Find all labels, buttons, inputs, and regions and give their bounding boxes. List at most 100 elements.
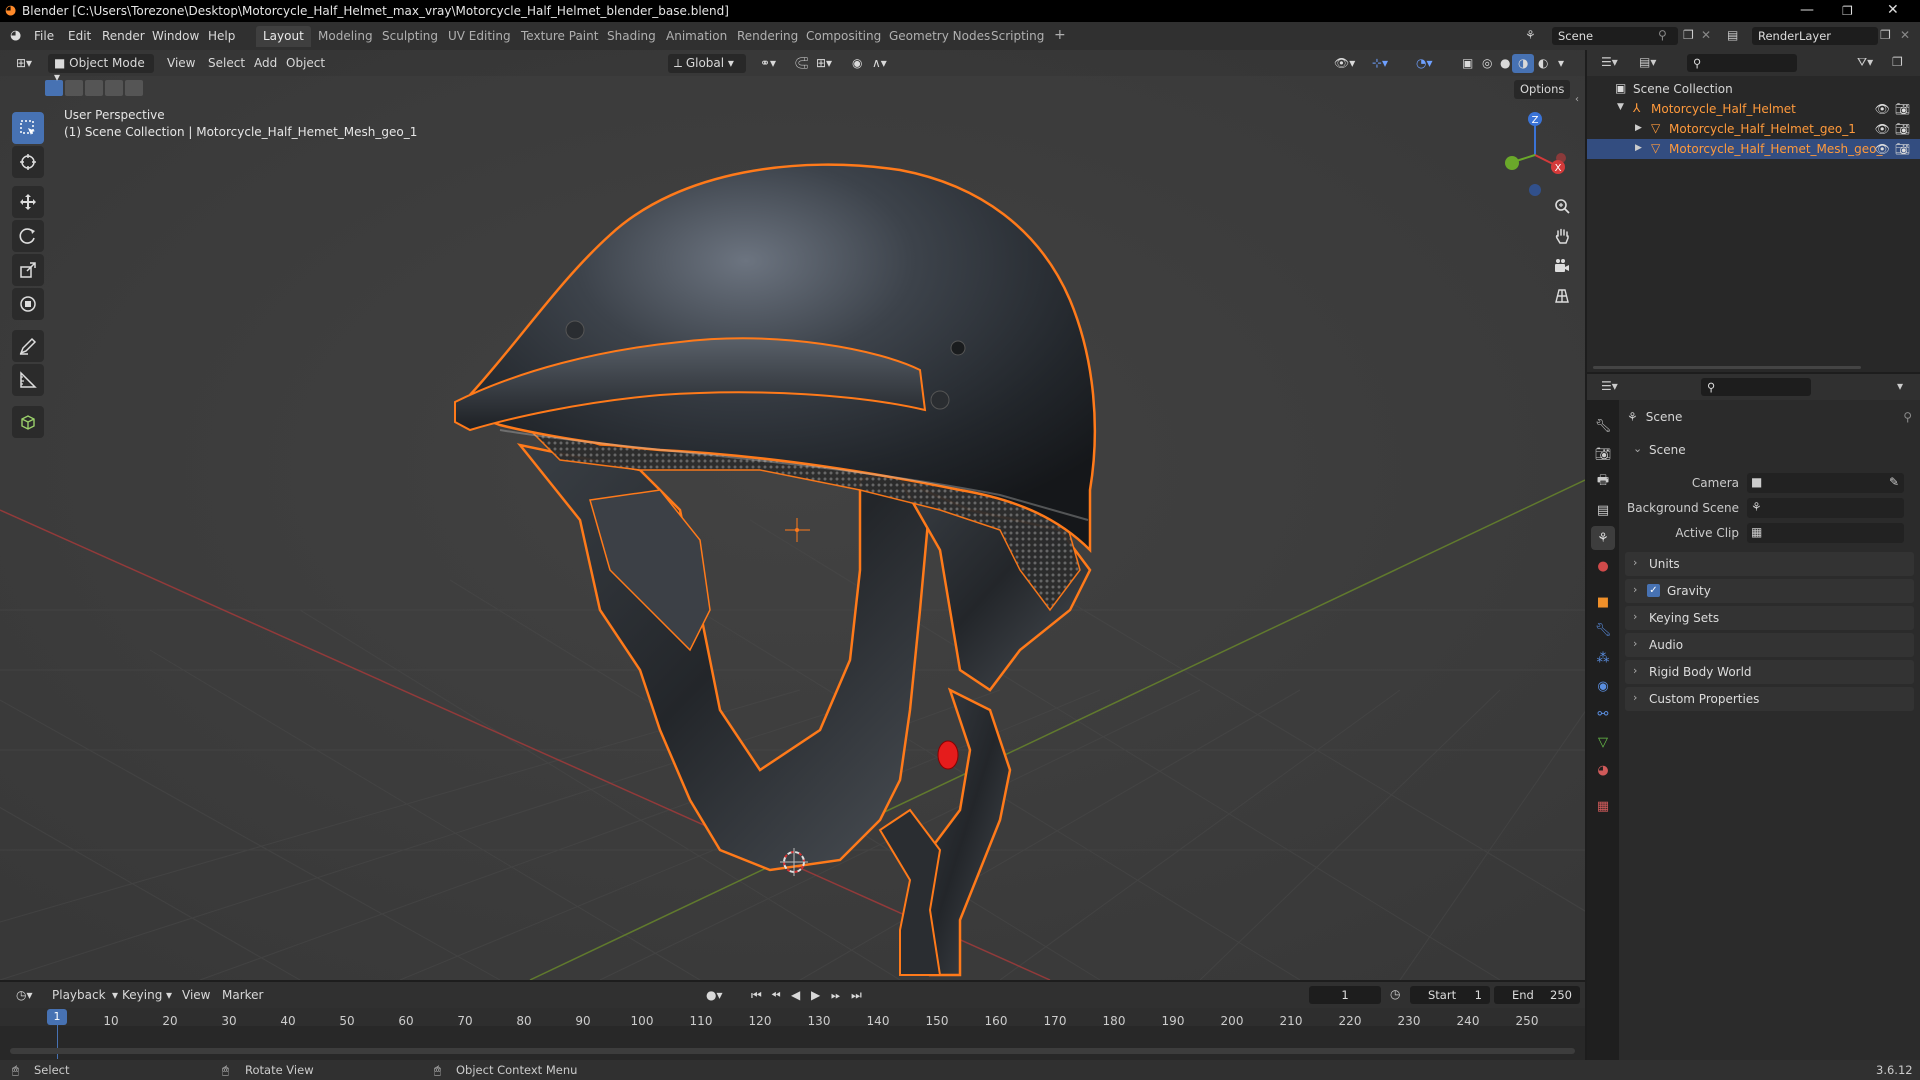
auto-keying-icon[interactable]: ●▾ [700, 986, 729, 1005]
constraints-tab-icon[interactable]: ⚯ [1591, 702, 1615, 726]
jump-keyframe-back-icon[interactable]: ⏪︎ [765, 986, 787, 1005]
play-reverse-icon[interactable]: ◀ [785, 986, 806, 1005]
menu-help[interactable]: Help [208, 29, 235, 43]
tab-modeling[interactable]: Modeling [311, 26, 380, 47]
cursor-tool[interactable] [12, 146, 44, 178]
background-scene-field[interactable]: ⚘ [1747, 498, 1904, 518]
outliner-editor-type-icon[interactable]: ☰▾ [1601, 55, 1618, 69]
editor-type-icon[interactable]: ⊞▾ [10, 54, 38, 73]
pan-view-button[interactable] [1548, 222, 1576, 250]
menu-select[interactable]: Select [202, 54, 251, 73]
3d-viewport[interactable]: User Perspective (1) Scene Collection | … [0, 50, 1585, 980]
menu-object[interactable]: Object [280, 54, 331, 73]
object-tab-icon[interactable]: ■ [1591, 590, 1615, 614]
scale-tool[interactable] [12, 254, 44, 286]
preview-range-icon[interactable]: ◷ [1390, 987, 1400, 1001]
add-cube-tool[interactable] [12, 406, 44, 438]
texture-tab-icon[interactable]: ▦ [1591, 794, 1615, 818]
pin-icon[interactable]: ⚲ [1658, 28, 1667, 42]
output-tab-icon[interactable]: 🖶︎ [1591, 470, 1615, 494]
minimize-button[interactable]: — [1800, 2, 1814, 18]
view-layer-icon[interactable]: ▤ [1727, 28, 1738, 42]
menu-view[interactable]: View [161, 54, 201, 73]
tab-sculpting[interactable]: Sculpting [375, 26, 445, 47]
render-camera-icon[interactable]: 📷︎ [1895, 122, 1910, 136]
move-tool[interactable] [12, 186, 44, 218]
measure-tool[interactable] [12, 364, 44, 396]
menu-marker[interactable]: Marker [216, 986, 269, 1005]
select-box-tool[interactable] [12, 112, 44, 144]
sidebar-toggle-icon[interactable]: ‹ [1575, 94, 1579, 105]
tab-compositing[interactable]: Compositing [799, 26, 888, 47]
transform-tool[interactable] [12, 288, 44, 320]
outliner-scrollbar[interactable] [1593, 366, 1861, 369]
rotate-tool[interactable] [12, 220, 44, 252]
select-extend-icon[interactable] [65, 80, 83, 96]
menu-edit[interactable]: Edit [68, 29, 91, 43]
overlay-toggle-icon[interactable]: ◔▾ [1410, 54, 1439, 73]
units-panel[interactable]: › Units [1625, 552, 1914, 576]
jump-end-icon[interactable]: ⏭ [845, 986, 868, 1005]
timeline-horizontal-scrollbar[interactable] [10, 1048, 1575, 1054]
gravity-checkbox[interactable]: ✓ [1647, 584, 1660, 597]
close-button[interactable]: ✕ [1887, 2, 1899, 18]
scene-tab-icon[interactable]: ⚘ [1591, 526, 1615, 550]
render-camera-icon[interactable]: 📷︎ [1895, 102, 1910, 116]
gizmo-y-axis[interactable] [1505, 156, 1519, 170]
pivot-point-icon[interactable]: ⚭▾ [754, 54, 782, 73]
data-tab-icon[interactable]: ▽ [1591, 730, 1615, 754]
display-mode-icon[interactable]: ▤▾ [1639, 55, 1656, 69]
select-subtract-icon[interactable] [85, 80, 103, 96]
tab-texture-paint[interactable]: Texture Paint [514, 26, 605, 47]
tab-animation[interactable]: Animation [659, 26, 734, 47]
object-mode-dropdown[interactable]: ■ Object Mode ▾ [48, 54, 154, 84]
tool-tab-icon[interactable]: 🔧︎ [1591, 414, 1615, 438]
visibility-eye-icon[interactable]: 👁︎ [1875, 142, 1890, 156]
visibility-eye-icon[interactable]: 👁︎ [1875, 102, 1890, 116]
eyedropper-icon[interactable]: ✎ [1889, 475, 1899, 489]
tab-uv-editing[interactable]: UV Editing [441, 26, 518, 47]
render-camera-icon[interactable]: 📷︎ [1895, 142, 1910, 156]
visibility-icon[interactable]: 👁︎▾ [1328, 54, 1361, 73]
current-frame-field[interactable]: 1 [1309, 986, 1381, 1004]
new-view-layer-icon[interactable]: ❐ [1880, 28, 1891, 42]
particles-tab-icon[interactable]: ⁂ [1591, 646, 1615, 670]
delete-scene-icon[interactable]: ✕ [1701, 28, 1711, 42]
outliner-search-input[interactable]: ⚲ [1687, 54, 1797, 72]
menu-add[interactable]: Add [248, 54, 283, 73]
menu-render[interactable]: Render [102, 29, 145, 43]
pin-icon[interactable]: ⚲ [1903, 410, 1912, 424]
menu-playback[interactable]: Playback [46, 986, 112, 1005]
play-icon[interactable]: ▶ [805, 986, 826, 1005]
outliner-item-helmet[interactable]: ▼ ⅄ Motorcycle_Half_Helmet 👁︎ 📷︎ [1587, 99, 1920, 119]
expand-arrow-icon[interactable]: ▼ [1617, 102, 1624, 112]
physics-tab-icon[interactable]: ◉ [1591, 674, 1615, 698]
falloff-icon[interactable]: ∧▾ [866, 54, 893, 73]
delete-view-layer-icon[interactable]: ✕ [1900, 28, 1910, 42]
world-tab-icon[interactable]: ● [1591, 554, 1615, 578]
toggle-projection-button[interactable] [1548, 282, 1576, 310]
menu-window[interactable]: Window [152, 29, 199, 43]
start-frame-field[interactable]: Start 1 [1410, 986, 1490, 1004]
material-tab-icon[interactable]: ◕ [1591, 758, 1615, 782]
new-scene-icon[interactable]: ❐ [1683, 28, 1694, 42]
tab-scripting[interactable]: Scripting [984, 26, 1051, 47]
view-layer-field[interactable]: RenderLayer [1752, 27, 1878, 45]
menu-file[interactable]: File [34, 29, 54, 43]
timeline-editor-type-icon[interactable]: ◷▾ [10, 986, 39, 1005]
jump-keyframe-forward-icon[interactable]: ⏩︎ [825, 986, 847, 1005]
select-invert-icon[interactable] [105, 80, 123, 96]
properties-options-icon[interactable]: ▾ [1897, 379, 1903, 393]
active-clip-field[interactable]: ▦ [1747, 523, 1904, 543]
scene-panel-header[interactable]: ⌄ Scene [1625, 438, 1914, 462]
properties-search-input[interactable]: ⚲ [1701, 378, 1811, 396]
blender-menu-icon[interactable]: ◕ [10, 28, 21, 43]
tab-shading[interactable]: Shading [600, 26, 663, 47]
camera-field[interactable]: ■ ✎ [1747, 473, 1904, 493]
view-layer-tab-icon[interactable]: ▤ [1591, 498, 1615, 522]
outliner-item-helmet-geo[interactable]: ▶ ▽ Motorcycle_Half_Helmet_geo_1 👁︎ 📷︎ [1587, 119, 1920, 139]
render-tab-icon[interactable]: 📷︎ [1591, 442, 1615, 466]
expand-arrow-icon[interactable]: ▶ [1635, 123, 1642, 133]
audio-panel[interactable]: › Audio [1625, 633, 1914, 657]
outliner-scene-collection[interactable]: ▣ Scene Collection [1587, 79, 1920, 99]
